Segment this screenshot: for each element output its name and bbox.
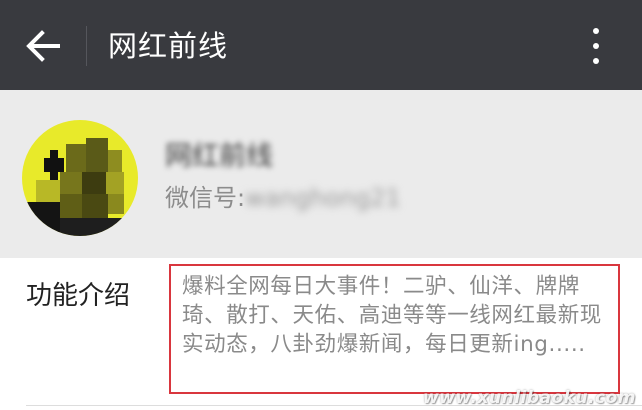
avatar-mosaic-block [60,194,82,218]
avatar-mosaic-block [82,172,106,194]
avatar-mosaic-block [66,144,86,172]
top-navigation-bar: 网红前线 [0,0,642,90]
account-name: 网红前线 [165,141,273,172]
wechat-id-row: 微信号:wanghong21 [165,182,401,214]
avatar-mosaic-block [22,202,60,236]
page-title: 网红前线 [108,29,229,63]
topbar-divider [86,26,87,66]
avatar-mosaic-block [36,180,60,202]
avatar-mosaic-block [50,150,58,180]
arrow-left-icon [26,30,60,62]
avatar-mosaic-block [86,138,108,172]
avatar-mosaic-block [108,194,124,214]
function-intro-text: 爆料全网每日大事件！二驴、仙洋、牌牌琦、散打、天佑、高迪等等一线网红最新现实动态… [182,274,602,357]
wechat-official-account-profile: 网红前线 网红前线 微信号:wanghong21 功能介绍 爆料全网每日大事件！… [0,0,642,410]
avatar-mosaic-block [60,218,124,236]
watermark: www.xunlibaoku.com [423,388,636,408]
avatar[interactable] [22,120,138,236]
avatar-mosaic-block [82,194,108,218]
avatar-mosaic-block [60,172,82,194]
wechat-id-value: wanghong21 [245,184,401,212]
function-intro-label: 功能介绍 [26,281,131,311]
wechat-id-label: 微信号: [165,184,246,212]
more-options-button[interactable] [576,24,616,68]
avatar-mosaic-block [106,172,124,194]
back-button[interactable] [18,22,66,70]
avatar-mosaic-block [108,150,122,172]
profile-header: 网红前线 微信号:wanghong21 [0,90,642,258]
